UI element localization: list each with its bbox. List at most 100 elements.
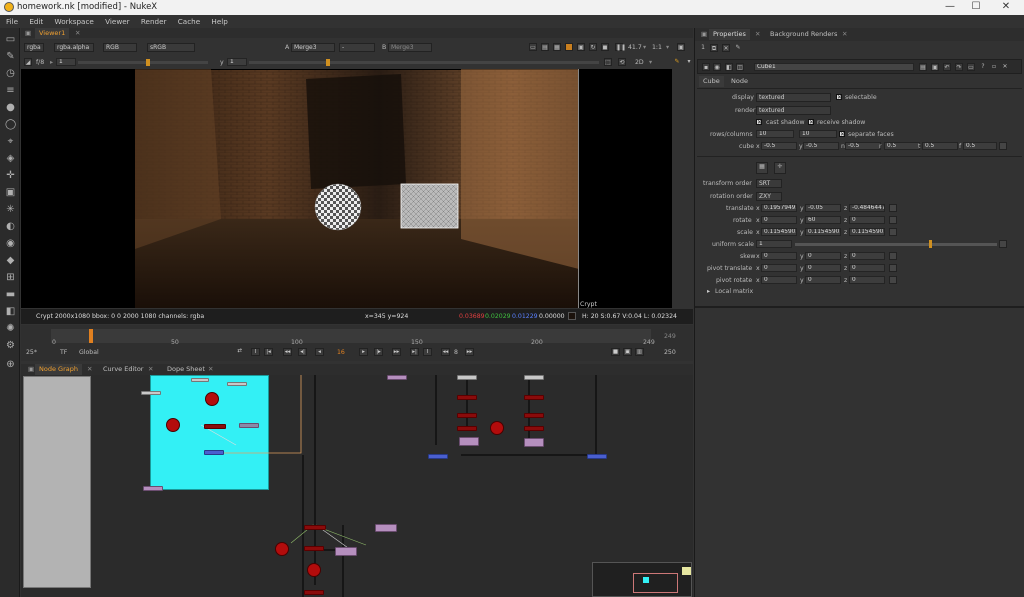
columns-field[interactable]: 10 xyxy=(799,130,837,138)
play-backward-button[interactable]: ◂ xyxy=(315,348,324,356)
transform-order-dropdown[interactable]: SRT xyxy=(756,179,782,188)
tab-close-icon-5[interactable]: ✕ xyxy=(838,29,851,40)
pivot-rotate-animation-button[interactable] xyxy=(889,276,897,284)
viewer-menu-icon[interactable]: ▾ xyxy=(685,58,693,66)
node-revert-icon[interactable]: ↶ xyxy=(943,63,951,71)
node-sphere-a[interactable] xyxy=(205,392,219,406)
node-violet-e[interactable] xyxy=(524,438,544,447)
loop-icon[interactable]: ⇄ xyxy=(235,348,244,356)
plugins-icon[interactable]: ⊕ xyxy=(5,359,16,370)
cast-shadow-checkbox[interactable]: ✕ xyxy=(756,119,762,126)
step-forward-button[interactable]: ▸▸ xyxy=(465,348,474,356)
tab-close-icon-1[interactable]: ✕ xyxy=(83,364,96,375)
properties-pencil-icon[interactable]: ✎ xyxy=(734,44,742,52)
tab-close-icon[interactable]: ✕ xyxy=(71,28,84,39)
step-forward-increment-button[interactable]: ▸▸ xyxy=(392,348,401,356)
gamma-field[interactable]: 1 xyxy=(227,58,247,66)
pivot-translate-z-field[interactable]: 0 xyxy=(849,264,885,272)
pivot-rotate-y-field[interactable]: 0 xyxy=(805,276,841,284)
metadata-icon[interactable]: ◆ xyxy=(5,255,16,266)
cube-y-field[interactable]: -0.5 xyxy=(803,142,839,150)
viewer-settings-icon[interactable]: ▣ xyxy=(677,43,685,51)
clear-icon[interactable]: ✕ xyxy=(722,44,730,52)
node-red-e2[interactable] xyxy=(524,413,544,418)
pivot-translate-animation-button[interactable] xyxy=(889,264,897,272)
b-input-dropdown[interactable]: Merge3 xyxy=(388,43,432,52)
node-red-d1[interactable] xyxy=(457,395,477,400)
tab-close-icon-4[interactable]: ✕ xyxy=(751,29,764,40)
pivot-rotate-x-field[interactable]: 0 xyxy=(761,276,797,284)
node-red-e1[interactable] xyxy=(524,395,544,400)
step-back-button[interactable]: ◂◂ xyxy=(441,348,450,356)
translate-z-field[interactable]: -0.48464477 xyxy=(849,204,885,212)
lock-icon[interactable]: ⧉ xyxy=(710,44,718,52)
uniform-scale-animation-button[interactable] xyxy=(999,240,1007,248)
display-dropdown[interactable]: textured xyxy=(756,93,831,102)
rotation-order-dropdown[interactable]: ZXY xyxy=(756,192,782,201)
scale-z-field[interactable]: 0.11545905 xyxy=(849,228,885,236)
node-violet-f[interactable] xyxy=(335,547,357,556)
flipbook-icon[interactable]: ■ xyxy=(611,348,620,356)
node-blue-d[interactable] xyxy=(428,454,448,459)
local-matrix-expander-icon[interactable]: ▸ xyxy=(707,288,710,295)
gain-slider[interactable] xyxy=(78,61,208,64)
maximize-button[interactable]: ☐ xyxy=(969,1,983,13)
draw-icon[interactable]: ✎ xyxy=(5,51,16,62)
local-matrix-label[interactable]: Local matrix xyxy=(715,288,753,295)
channels-dropdown[interactable]: rgba xyxy=(24,43,44,52)
menu-workspace[interactable]: Workspace xyxy=(55,17,94,26)
out-frame-field[interactable]: 250 xyxy=(664,349,676,356)
lut-dropdown[interactable]: sRGB xyxy=(147,43,195,52)
scale-animation-button[interactable] xyxy=(889,228,897,236)
node-collapse-icon[interactable]: ◧ xyxy=(725,63,733,71)
refresh-icon[interactable]: ↻ xyxy=(589,43,597,51)
clipping-icon[interactable]: ▦ xyxy=(553,43,561,51)
node-white-d[interactable] xyxy=(457,375,477,380)
channel-icon[interactable]: ≡ xyxy=(5,85,16,96)
node-white-e[interactable] xyxy=(524,375,544,380)
translate-animation-button[interactable] xyxy=(889,204,897,212)
node-float-icon[interactable]: ◫ xyxy=(736,63,744,71)
cara-icon[interactable]: ⚙ xyxy=(5,340,16,351)
tf-dropdown[interactable]: TF xyxy=(60,349,67,356)
pivot-translate-y-field[interactable]: 0 xyxy=(805,264,841,272)
views-icon[interactable]: ◉ xyxy=(5,238,16,249)
tab-background-renders[interactable]: Background Renders xyxy=(766,29,841,40)
deep-icon[interactable]: ◐ xyxy=(5,221,16,232)
node-graph-minimap[interactable] xyxy=(592,562,692,597)
node-graph-canvas[interactable] xyxy=(21,375,693,597)
tab-close-icon-2[interactable]: ✕ xyxy=(144,364,157,375)
scale-y-field[interactable]: 0.11545905 xyxy=(805,228,841,236)
viewer-pane-icon[interactable]: ▣ xyxy=(21,28,35,39)
frame-range-icon[interactable]: ▥ xyxy=(635,348,644,356)
node-settings-icon[interactable]: ▣ xyxy=(931,63,939,71)
uniform-scale-slider[interactable] xyxy=(795,243,997,246)
node-redo-icon[interactable]: ↷ xyxy=(955,63,963,71)
merge-icon[interactable]: ◈ xyxy=(5,153,16,164)
gain-field[interactable]: 1 xyxy=(56,58,76,66)
pivot-translate-x-field[interactable]: 0 xyxy=(761,264,797,272)
skew-x-field[interactable]: 0 xyxy=(761,252,797,260)
node-close-icon[interactable]: ✕ xyxy=(1001,63,1009,71)
node-float-window-icon[interactable]: ▫ xyxy=(990,63,998,71)
cube-n-field[interactable]: -0.5 xyxy=(845,142,881,150)
fps-dropdown[interactable]: 25* xyxy=(26,349,37,356)
region-icon[interactable]: ⬚ xyxy=(604,58,612,66)
node-red-d2[interactable] xyxy=(457,413,477,418)
rotate-z-field[interactable]: 0 xyxy=(849,216,885,224)
menu-render[interactable]: Render xyxy=(141,17,167,26)
first-frame-button[interactable]: I xyxy=(251,348,260,356)
ocula-icon[interactable]: ✺ xyxy=(5,323,16,334)
rotate-animation-button[interactable] xyxy=(889,216,897,224)
max-panels-icon[interactable]: 1 xyxy=(699,44,707,52)
keyer-icon[interactable]: ⌖ xyxy=(5,136,16,147)
node-merge-a[interactable] xyxy=(239,423,259,428)
node-red-f3[interactable] xyxy=(304,590,324,595)
node-transform-a[interactable] xyxy=(204,424,226,429)
node-sphere-d[interactable] xyxy=(275,542,289,556)
skew-y-field[interactable]: 0 xyxy=(805,252,841,260)
cube-x-field[interactable]: -0.5 xyxy=(761,142,797,150)
separate-faces-checkbox[interactable]: ✕ xyxy=(839,131,845,138)
pause-icon[interactable]: ❚❚ xyxy=(615,43,626,51)
colorspace-dropdown[interactable]: RGB xyxy=(103,43,137,52)
